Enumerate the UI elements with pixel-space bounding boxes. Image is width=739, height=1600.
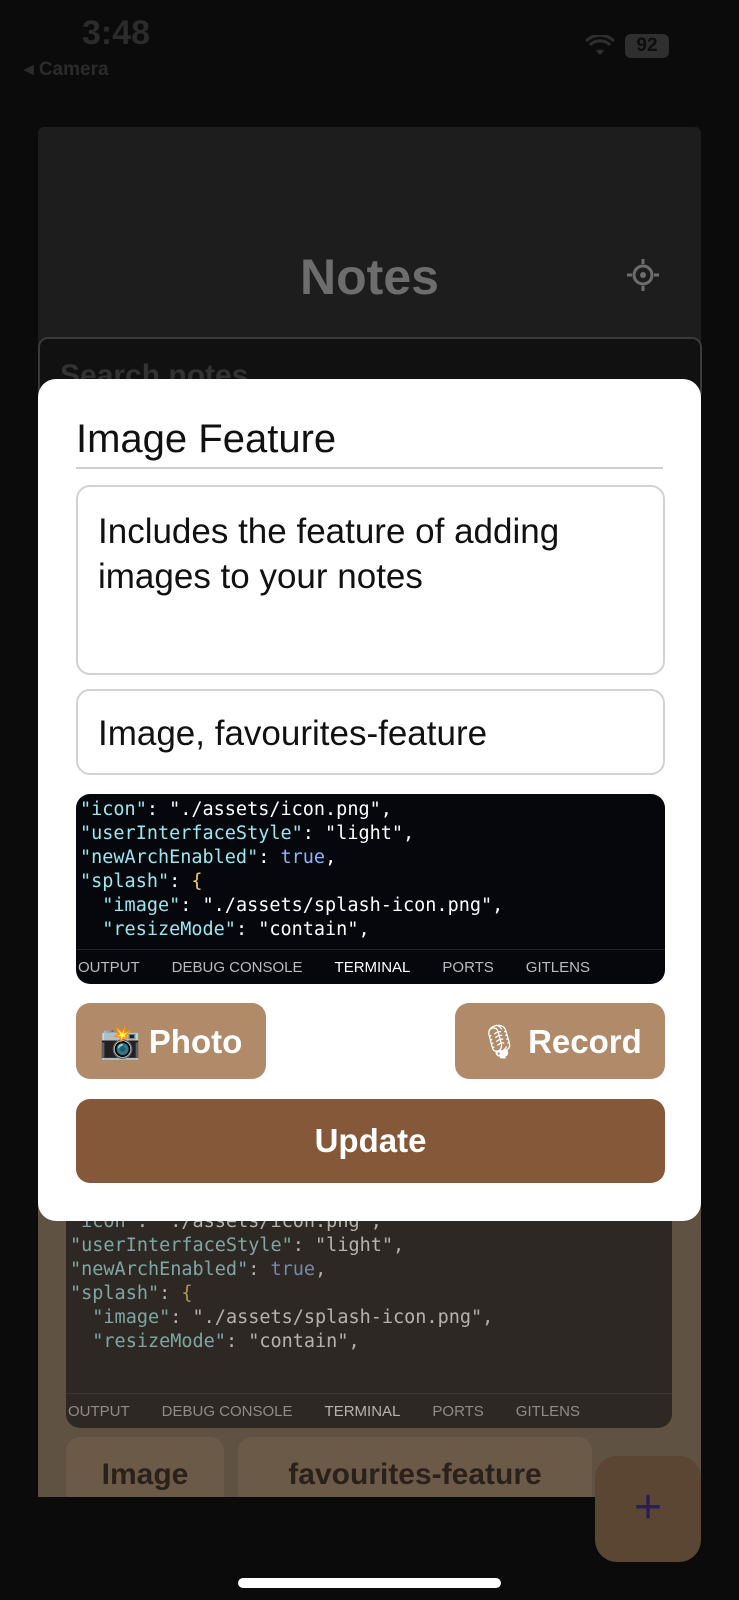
status-time: 3:48: [82, 14, 151, 52]
code-tab: DEBUG CONSOLE: [161, 1402, 293, 1420]
battery-indicator: 92: [625, 34, 669, 58]
photo-button[interactable]: 📸 Photo: [76, 1003, 266, 1079]
code-tab: OUTPUT: [68, 1402, 130, 1420]
status-icons: 92: [585, 34, 669, 58]
record-button[interactable]: 🎙 Record: [455, 1003, 665, 1079]
photo-button-label: Photo: [148, 1023, 243, 1060]
wifi-icon: [585, 35, 615, 57]
code-tab: TERMINAL: [334, 958, 411, 976]
code-tab: OUTPUT: [78, 958, 140, 976]
update-button[interactable]: Update: [76, 1099, 665, 1183]
note-image-thumbnail: "icon": "./assets/icon.png", "userInterf…: [66, 1206, 672, 1428]
camera-flash-icon: 📸: [99, 1022, 141, 1061]
code-tab: DEBUG CONSOLE: [171, 958, 303, 976]
gear-icon[interactable]: [626, 258, 660, 297]
note-image-preview[interactable]: "icon": "./assets/icon.png", "userInterf…: [76, 794, 665, 984]
home-indicator[interactable]: [238, 1578, 501, 1588]
record-button-label: Record: [528, 1023, 642, 1060]
note-tags-input[interactable]: Image, favourites-feature: [76, 689, 665, 775]
note-title-input[interactable]: Image Feature: [76, 417, 336, 462]
title-underline: [76, 467, 663, 469]
code-tab: TERMINAL: [324, 1402, 401, 1420]
code-tab: PORTS: [442, 958, 494, 976]
code-tab: GITLENS: [525, 958, 590, 976]
edit-note-modal: Image Feature Includes the feature of ad…: [38, 379, 701, 1221]
back-to-camera-link[interactable]: ◂ Camera: [24, 58, 109, 81]
code-tab: PORTS: [432, 1402, 484, 1420]
microphone-icon: 🎙: [478, 1022, 521, 1061]
note-description-input[interactable]: Includes the feature of adding images to…: [76, 485, 665, 675]
code-tab: GITLENS: [515, 1402, 580, 1420]
add-note-button[interactable]: +: [595, 1456, 701, 1562]
